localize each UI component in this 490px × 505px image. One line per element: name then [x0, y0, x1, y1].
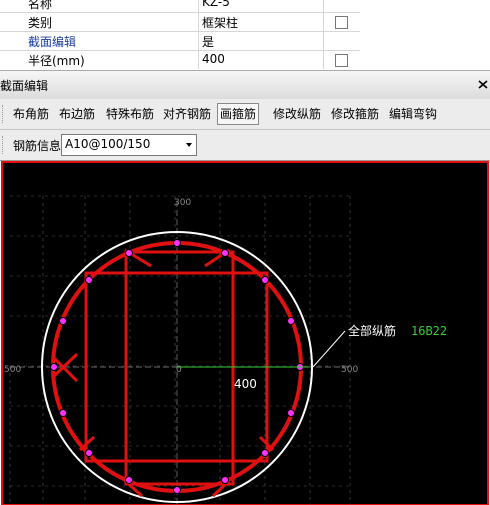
axis-label-top: 300 [174, 198, 191, 208]
drawing-canvas[interactable]: 300 500 500 0 400 全部纵筋 16B22 [0, 161, 490, 505]
toolbar-grip[interactable] [2, 136, 6, 154]
property-label: 类别 [28, 16, 53, 30]
property-row-radius[interactable]: 半径(mm) 400 [0, 51, 360, 69]
section-drawing[interactable]: 300 500 500 0 400 全部纵筋 16B22 [0, 161, 490, 505]
chevron-down-icon[interactable] [186, 143, 192, 147]
toolbar-edit-hook[interactable]: 编辑弯钩 [387, 104, 439, 124]
property-value[interactable]: 框架柱 [202, 14, 238, 31]
axis-label-left: 500 [4, 365, 21, 375]
rebar-info-value: A10@100/150 [65, 137, 151, 151]
property-value[interactable]: KZ-5 [202, 0, 230, 9]
property-row-category[interactable]: 类别 框架柱 [0, 13, 360, 32]
property-row-name[interactable]: 名称 KZ-5 [0, 0, 360, 13]
properties-table: 名称 KZ-5 类别 框架柱 截面编辑 是 半径(mm) 400 [0, 0, 360, 69]
toolbar-grip[interactable] [2, 105, 6, 123]
property-value[interactable]: 400 [202, 52, 225, 66]
toolbar-modify-stirrup[interactable]: 修改箍筋 [329, 104, 381, 124]
close-icon[interactable] [478, 80, 488, 89]
property-label: 名称 [28, 0, 53, 11]
rebar-info-bar: 钢筋信息 A10@100/150 [0, 130, 490, 161]
rebar-info-select[interactable]: A10@100/150 [61, 134, 197, 156]
property-value[interactable]: 是 [202, 33, 214, 50]
toolbar-edge-rebar[interactable]: 布边筋 [57, 104, 97, 124]
property-row-section-edit[interactable]: 截面编辑 是 [0, 32, 360, 51]
annotation-value: 16B22 [411, 324, 447, 338]
toolbar-modify-longitudinal[interactable]: 修改纵筋 [271, 104, 323, 124]
property-label: 截面编辑 [28, 35, 77, 49]
rebar-info-label: 钢筋信息 [13, 139, 62, 153]
property-label: 半径(mm) [28, 54, 85, 68]
window-titlebar: 截面编辑 [0, 70, 490, 100]
property-checkbox[interactable] [335, 54, 348, 67]
axis-label-right: 500 [341, 365, 358, 375]
toolbar-draw-stirrup[interactable]: 画箍筋 [217, 103, 260, 125]
toolbar-special-rebar[interactable]: 特殊布筋 [104, 104, 156, 124]
toolbar-align-rebar[interactable]: 对齐钢筋 [161, 104, 213, 124]
toolbar: 布角筋 布边筋 特殊布筋 对齐钢筋 画箍筋 修改纵筋 修改箍筋 编辑弯钩 [0, 99, 490, 130]
toolbar-corner-rebar[interactable]: 布角筋 [11, 104, 51, 124]
window-title: 截面编辑 [0, 79, 49, 93]
property-checkbox[interactable] [335, 16, 348, 29]
annotation-label: 全部纵筋 [348, 323, 396, 338]
radius-dimension-text: 400 [234, 377, 257, 391]
